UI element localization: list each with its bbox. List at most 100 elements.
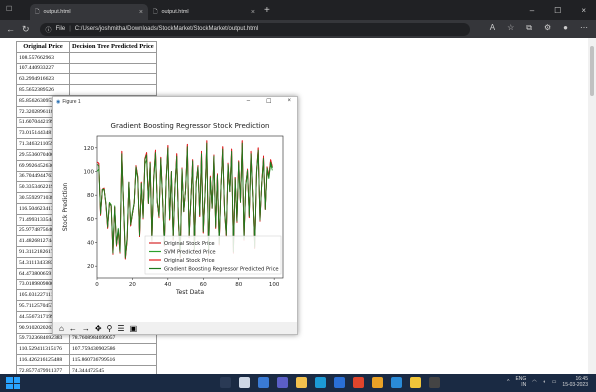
office-icon[interactable] bbox=[353, 377, 364, 388]
original-price-cell: 63.2994916623 bbox=[16, 73, 70, 86]
configure-icon[interactable]: ☰ bbox=[117, 324, 124, 333]
search-icon[interactable] bbox=[220, 377, 231, 388]
tab-actions-icon[interactable]: ☐ bbox=[6, 5, 12, 13]
home-icon[interactable]: ⌂ bbox=[59, 324, 64, 333]
pan-icon[interactable]: ✥ bbox=[95, 324, 102, 333]
predicted-price-cell: 74.344472545 bbox=[69, 364, 157, 374]
info-icon: ⓘ bbox=[45, 27, 52, 34]
url-prefix: File bbox=[55, 26, 66, 32]
close-tab-icon[interactable]: × bbox=[139, 9, 143, 16]
close-window-icon[interactable]: × bbox=[581, 6, 586, 15]
store-icon[interactable] bbox=[334, 377, 345, 388]
maximize-icon[interactable]: ☐ bbox=[554, 6, 561, 15]
windows-start-icon[interactable] bbox=[6, 377, 20, 389]
app-icon[interactable] bbox=[429, 377, 440, 388]
collections-icon[interactable]: ⧉ bbox=[526, 23, 532, 33]
widgets-icon[interactable] bbox=[258, 377, 269, 388]
predicted-price-cell bbox=[69, 62, 157, 75]
chevron-up-icon[interactable]: ^ bbox=[507, 379, 509, 385]
original-price-cell: 107.440933227 bbox=[16, 62, 70, 75]
task-view-icon[interactable] bbox=[239, 377, 250, 388]
stock-prediction-chart: Gradient Boosting Regressor Stock Predic… bbox=[62, 122, 284, 296]
language-indicator[interactable]: ENG IN bbox=[515, 376, 526, 388]
x-tick-label: 40 bbox=[164, 282, 171, 288]
x-tick-label: 100 bbox=[269, 282, 280, 288]
table-row: 116.426216125488 115.860736799516 bbox=[16, 354, 157, 366]
url-separator: | bbox=[69, 26, 71, 32]
figure-title-bar: ◉ Figure 1 – ☐ × bbox=[53, 97, 297, 106]
vscode-icon[interactable] bbox=[391, 377, 402, 388]
y-tick-label: 100 bbox=[84, 170, 95, 176]
y-tick-label: 120 bbox=[84, 146, 95, 152]
original-price-cell: 72.8577479911377 bbox=[16, 364, 70, 374]
legend-label-0: Original Stock Price bbox=[164, 241, 215, 247]
close-window-icon[interactable]: × bbox=[287, 98, 291, 105]
original-price-cell: 116.426216125488 bbox=[16, 354, 70, 366]
window-system-icons: ☐ bbox=[6, 5, 12, 13]
legend-label-1: SVM Predicted Price bbox=[164, 250, 216, 256]
y-tick-label: 60 bbox=[87, 217, 94, 223]
x-tick-label: 20 bbox=[129, 282, 136, 288]
url-input[interactable]: ⓘ File | C:/Users/joshmitha/Downloads/St… bbox=[39, 22, 470, 36]
new-tab-icon[interactable]: + bbox=[264, 5, 270, 16]
back-icon[interactable]: ← bbox=[6, 24, 15, 35]
column-header-predicted: Decision Tree Predicted Price bbox=[69, 41, 157, 53]
battery-icon[interactable]: ▭ bbox=[552, 379, 557, 385]
predicted-price-cell: 115.860736799516 bbox=[69, 354, 157, 366]
vertical-scrollbar[interactable] bbox=[588, 38, 596, 374]
predicted-price-cell: 107.759430902586 bbox=[69, 343, 157, 356]
address-icons: A ☆ ⧉ ⚙ ● ⋯ bbox=[490, 23, 588, 33]
y-axis-label: Stock Prediction bbox=[62, 183, 69, 232]
y-tick-label: 20 bbox=[87, 264, 94, 270]
edge-icon[interactable] bbox=[315, 377, 326, 388]
tab-title: output.html bbox=[43, 9, 71, 15]
maximize-icon[interactable]: ☐ bbox=[266, 98, 271, 105]
x-tick-label: 0 bbox=[95, 282, 99, 288]
volume-icon[interactable]: ◖ bbox=[543, 379, 546, 385]
nav-buttons: ← ↻ bbox=[6, 24, 30, 35]
minimize-icon[interactable]: – bbox=[530, 6, 534, 15]
forward-icon[interactable]: → bbox=[82, 324, 90, 333]
original-price-cell: 110.529411315176 bbox=[16, 343, 70, 356]
wifi-icon[interactable]: ◠ bbox=[532, 379, 536, 385]
chrome-icon[interactable] bbox=[372, 377, 383, 388]
tab-output-inactive[interactable]: 🗋 output.html × bbox=[148, 4, 260, 20]
profile-icon[interactable]: ● bbox=[563, 23, 568, 33]
legend-label-2: Original Stock Price bbox=[164, 258, 215, 264]
table-row: 107.440933227 bbox=[16, 62, 157, 75]
favorites-icon[interactable]: ☆ bbox=[507, 23, 514, 33]
figure-window[interactable]: ◉ Figure 1 – ☐ × Gradient Boosting Regre… bbox=[52, 96, 298, 335]
file-explorer-icon[interactable] bbox=[296, 377, 307, 388]
predicted-price-cell bbox=[69, 73, 157, 86]
column-header-original: Original Price bbox=[16, 41, 70, 53]
matplotlib-icon: ◉ bbox=[56, 98, 61, 105]
predicted-price-cell bbox=[69, 51, 157, 64]
tab-title: output.html bbox=[161, 9, 189, 15]
windows-taskbar: ^ ENG IN ◠ ◖ ▭ 16:45 15-03-2023 bbox=[0, 374, 596, 392]
clock[interactable]: 16:45 15-03-2023 bbox=[562, 376, 588, 388]
table-row: 110.529411315176 107.759430902586 bbox=[16, 343, 157, 356]
python-icon[interactable] bbox=[410, 377, 421, 388]
legend-label-3: Gradient Boosting Regressor Predicted Pr… bbox=[164, 267, 279, 273]
menu-icon[interactable]: ⋯ bbox=[580, 23, 588, 33]
page-content: Original Price Decision Tree Predicted P… bbox=[0, 38, 596, 374]
minimize-icon[interactable]: – bbox=[247, 98, 250, 105]
table-row: 72.8577479911377 74.344472545 bbox=[16, 364, 157, 374]
table-row: 85.5652389526 bbox=[16, 84, 157, 96]
save-icon[interactable]: ▣ bbox=[130, 324, 138, 333]
window-controls: – ☐ × bbox=[530, 6, 596, 15]
zoom-icon[interactable]: ⚲ bbox=[107, 324, 113, 333]
read-aloud-icon[interactable]: A bbox=[490, 23, 495, 33]
file-icon: 🗋 bbox=[153, 8, 158, 15]
extensions-icon[interactable]: ⚙ bbox=[544, 23, 551, 33]
teams-icon[interactable] bbox=[277, 377, 288, 388]
reload-icon[interactable]: ↻ bbox=[22, 24, 30, 35]
date-text: 15-03-2023 bbox=[562, 382, 588, 388]
scrollbar-thumb[interactable] bbox=[590, 46, 594, 96]
y-tick-label: 80 bbox=[87, 193, 94, 199]
figure-window-controls: – ☐ × bbox=[247, 98, 297, 105]
close-tab-icon[interactable]: × bbox=[251, 9, 255, 16]
y-tick-label: 40 bbox=[87, 241, 94, 247]
tab-output-active[interactable]: 🗋 output.html × bbox=[30, 4, 148, 20]
back-icon[interactable]: ← bbox=[69, 324, 77, 333]
